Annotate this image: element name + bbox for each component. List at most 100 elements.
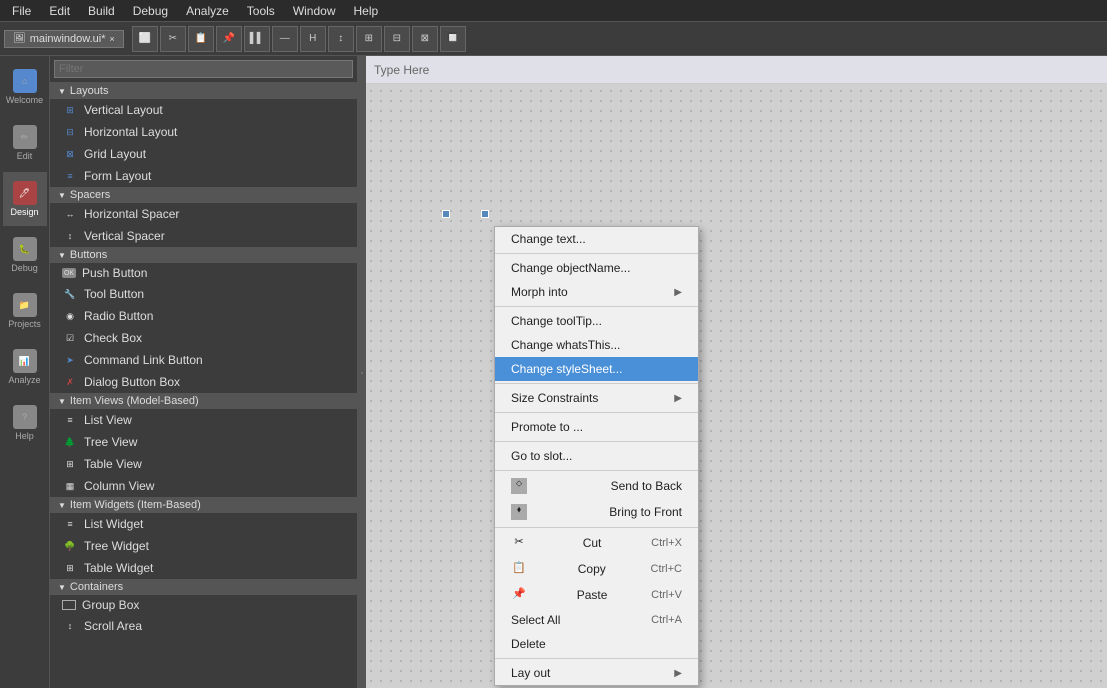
sidebar-edit-label: Edit: [17, 151, 33, 161]
toolbar-btn-3[interactable]: 📋: [188, 26, 214, 52]
sidebar-help-label: Help: [15, 431, 34, 441]
column-view-icon: ▦: [62, 478, 78, 494]
ctx-change-tooltip[interactable]: Change toolTip...: [495, 309, 698, 333]
menu-debug[interactable]: Debug: [125, 2, 176, 20]
ctx-sep-1: [495, 253, 698, 254]
list-item[interactable]: ↔ Horizontal Spacer: [50, 203, 357, 225]
ctx-change-whatsthis[interactable]: Change whatsThis...: [495, 333, 698, 357]
sidebar-design[interactable]: 🖊 Design: [3, 172, 47, 226]
toolbar-btn-7[interactable]: H: [300, 26, 326, 52]
widget-label: List Widget: [84, 517, 143, 531]
ctx-morph-into[interactable]: Morph into ▶: [495, 280, 698, 304]
ctx-go-to-slot[interactable]: Go to slot...: [495, 444, 698, 468]
ctx-lay-out[interactable]: Lay out ▶: [495, 661, 698, 685]
sidebar-edit[interactable]: ✏ Edit: [3, 116, 47, 170]
ctx-sep-6: [495, 470, 698, 471]
list-item[interactable]: 🔧 Tool Button: [50, 283, 357, 305]
toolbar-btn-10[interactable]: ⊟: [384, 26, 410, 52]
widget-label: Group Box: [82, 598, 139, 612]
list-item[interactable]: ≡ Form Layout: [50, 165, 357, 187]
list-item[interactable]: ⊟ Horizontal Layout: [50, 121, 357, 143]
list-item[interactable]: OK Push Button: [50, 263, 357, 283]
ctx-cut-shortcut: Ctrl+X: [651, 537, 682, 549]
toolbar-btn-5[interactable]: ▌▌: [244, 26, 270, 52]
canvas-area[interactable]: Type Here Click Me Change text... Change…: [366, 56, 1107, 688]
sidebar-debug[interactable]: 🐛 Debug: [3, 228, 47, 282]
ctx-send-to-back[interactable]: ⬦ Send to Back: [495, 473, 698, 499]
ctx-change-objectname[interactable]: Change objectName...: [495, 256, 698, 280]
resize-handle[interactable]: ···: [358, 56, 366, 688]
list-item[interactable]: ≡ List View: [50, 409, 357, 431]
paste-icon: 📌: [511, 587, 527, 603]
list-item[interactable]: ↕ Scroll Area: [50, 615, 357, 637]
menu-window[interactable]: Window: [285, 2, 344, 20]
widget-label: Scroll Area: [84, 619, 142, 633]
widget-panel: ▼ Layouts ⊞ Vertical Layout ⊟ Horizontal…: [50, 56, 358, 688]
menu-placeholder-text: Type Here: [374, 63, 429, 77]
ctx-select-all[interactable]: Select All Ctrl+A: [495, 608, 698, 632]
list-item[interactable]: ⊞ Table Widget: [50, 557, 357, 579]
main-tab[interactable]: 🖼 mainwindow.ui* ×: [4, 30, 124, 48]
ctx-copy[interactable]: 📋 Copy Ctrl+C: [495, 556, 698, 582]
list-item[interactable]: ⊠ Grid Layout: [50, 143, 357, 165]
toolbar-btn-9[interactable]: ⊞: [356, 26, 382, 52]
tab-close-button[interactable]: ×: [110, 34, 115, 44]
sidebar-projects[interactable]: 📁 Projects: [3, 284, 47, 338]
toolbar-btn-1[interactable]: ⬜: [132, 26, 158, 52]
toolbar-btn-2[interactable]: ✂: [160, 26, 186, 52]
menu-edit[interactable]: Edit: [41, 2, 78, 20]
toolbar-btn-8[interactable]: ↕: [328, 26, 354, 52]
ctx-select-all-shortcut: Ctrl+A: [651, 614, 682, 626]
horizontal-layout-icon: ⊟: [62, 124, 78, 140]
list-item[interactable]: ◉ Radio Button: [50, 305, 357, 327]
toolbar-btn-4[interactable]: 📌: [216, 26, 242, 52]
list-item[interactable]: ⊞ Vertical Layout: [50, 99, 357, 121]
toolbar-btn-6[interactable]: —: [272, 26, 298, 52]
canvas-dots: [366, 56, 1107, 688]
section-item-views: ▼ Item Views (Model-Based): [50, 393, 357, 409]
sidebar-welcome[interactable]: ⌂ Welcome: [3, 60, 47, 114]
menu-bar-placeholder[interactable]: Type Here: [366, 56, 1107, 84]
ctx-size-arrow: ▶: [674, 393, 682, 404]
list-item[interactable]: ↕ Vertical Spacer: [50, 225, 357, 247]
menu-analyze[interactable]: Analyze: [178, 2, 237, 20]
group-box-icon: [62, 600, 76, 610]
filter-input[interactable]: [54, 60, 353, 78]
list-item[interactable]: ☑ Check Box: [50, 327, 357, 349]
toolbar-btn-12[interactable]: 🔲: [440, 26, 466, 52]
ctx-change-stylesheet[interactable]: Change styleSheet...: [495, 357, 698, 381]
context-menu: Change text... Change objectName... Morp…: [494, 226, 699, 686]
list-item[interactable]: 🌲 Tree View: [50, 431, 357, 453]
command-link-icon: ➤: [62, 352, 78, 368]
ctx-delete[interactable]: Delete: [495, 632, 698, 656]
menu-tools[interactable]: Tools: [239, 2, 283, 20]
ctx-change-text[interactable]: Change text...: [495, 227, 698, 251]
widget-label: Push Button: [82, 266, 147, 280]
widget-label: Tool Button: [84, 287, 144, 301]
ctx-size-constraints[interactable]: Size Constraints ▶: [495, 386, 698, 410]
sidebar-design-label: Design: [10, 207, 38, 217]
ctx-paste[interactable]: 📌 Paste Ctrl+V: [495, 582, 698, 608]
sidebar-analyze[interactable]: 📊 Analyze: [3, 340, 47, 394]
list-item[interactable]: ✗ Dialog Button Box: [50, 371, 357, 393]
ctx-bring-to-front[interactable]: ⬧ Bring to Front: [495, 499, 698, 525]
toolbar-btn-11[interactable]: ⊠: [412, 26, 438, 52]
menu-file[interactable]: File: [4, 2, 39, 20]
ctx-lay-out-arrow: ▶: [674, 668, 682, 679]
list-item[interactable]: ⊞ Table View: [50, 453, 357, 475]
menu-build[interactable]: Build: [80, 2, 123, 20]
table-widget-icon: ⊞: [62, 560, 78, 576]
ctx-promote-to[interactable]: Promote to ...: [495, 415, 698, 439]
list-item[interactable]: ▦ Column View: [50, 475, 357, 497]
copy-icon: 📋: [511, 561, 527, 577]
ctx-cut[interactable]: ✂ Cut Ctrl+X: [495, 530, 698, 556]
horiz-spacer-icon: ↔: [62, 206, 78, 222]
section-item-widgets-label: Item Widgets (Item-Based): [70, 499, 201, 511]
list-item[interactable]: ➤ Command Link Button: [50, 349, 357, 371]
list-item[interactable]: 🌳 Tree Widget: [50, 535, 357, 557]
table-view-icon: ⊞: [62, 456, 78, 472]
list-item[interactable]: ≡ List Widget: [50, 513, 357, 535]
list-item[interactable]: Group Box: [50, 595, 357, 615]
sidebar-help[interactable]: ? Help: [3, 396, 47, 450]
menu-help[interactable]: Help: [346, 2, 387, 20]
